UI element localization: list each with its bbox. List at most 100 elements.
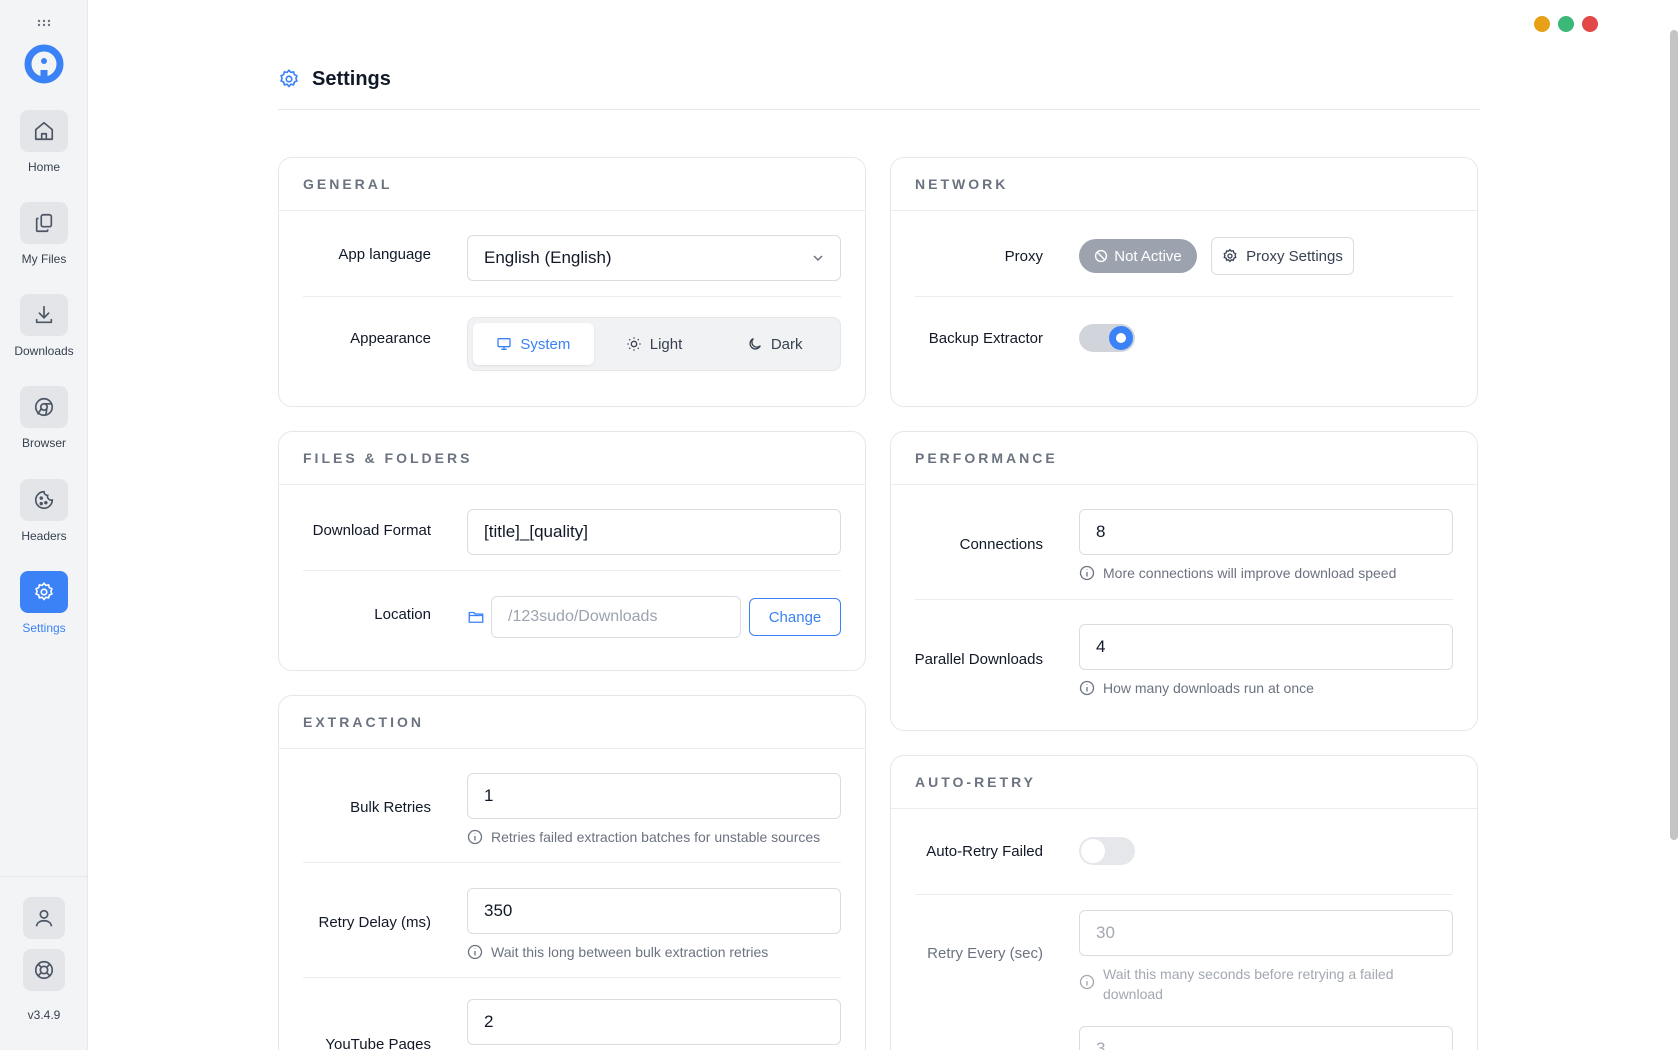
retry-delay-hint: Wait this long between bulk extraction r… <box>467 942 841 962</box>
connections-label: Connections <box>959 536 1043 553</box>
gear-icon <box>20 571 68 613</box>
info-icon <box>467 829 483 845</box>
info-icon <box>1079 974 1095 990</box>
location-input[interactable]: /123sudo/Downloads <box>491 596 741 638</box>
retry-delay-input[interactable]: 350 <box>467 888 841 934</box>
auto-retry-toggle[interactable] <box>1079 837 1135 865</box>
retry-delay-row: Retry Delay (ms) 350 Wait this long betw… <box>303 864 841 978</box>
sidebar-item-headers[interactable]: Headers <box>0 479 88 543</box>
download-format-row: Download Format [title]_[quality] <box>303 485 841 571</box>
youtube-pages-label: YouTube Pages <box>325 1036 431 1050</box>
location-label: Location <box>374 606 431 623</box>
toggle-knob <box>1109 326 1133 350</box>
retry-every-input[interactable]: 30 <box>1079 910 1453 956</box>
download-format-input[interactable]: [title]_[quality] <box>467 509 841 555</box>
sidebar-item-browser[interactable]: Browser <box>0 386 88 450</box>
sun-icon <box>627 337 641 351</box>
max-retries-input[interactable]: 3 <box>1079 1026 1453 1050</box>
appearance-option-system[interactable]: System <box>473 323 594 365</box>
language-select[interactable]: English (English) <box>467 235 841 281</box>
folder-icon <box>468 611 484 623</box>
sidebar-item-label: Downloads <box>14 344 74 358</box>
sidebar-item-home[interactable]: Home <box>0 110 88 174</box>
sidebar-item-my-files[interactable]: My Files <box>0 202 88 266</box>
sidebar-item-label: My Files <box>21 252 67 266</box>
app-logo-icon <box>24 44 64 84</box>
sidebar-item-label: Settings <box>22 621 66 635</box>
page-title: Settings <box>312 68 391 90</box>
language-row: App language English (English) <box>303 211 841 297</box>
proxy-settings-button[interactable]: Proxy Settings <box>1211 237 1354 275</box>
ban-icon <box>1095 249 1108 263</box>
gear-icon <box>280 69 298 88</box>
download-format-label: Download Format <box>312 522 431 539</box>
parallel-downloads-hint: How many downloads run at once <box>1079 678 1453 698</box>
moon-icon <box>749 338 761 350</box>
parallel-downloads-input[interactable]: 4 <box>1079 624 1453 670</box>
language-label: App language <box>338 246 431 263</box>
backup-extractor-label: Backup Extractor <box>928 330 1043 347</box>
card-title: GENERAL <box>279 158 865 211</box>
gear-icon <box>1223 248 1237 263</box>
close-button[interactable] <box>1582 16 1598 32</box>
proxy-row: Proxy Not Active Proxy Settings <box>915 211 1453 297</box>
download-icon <box>20 294 68 336</box>
monitor-icon <box>497 338 511 350</box>
card-title: FILES & FOLDERS <box>279 432 865 485</box>
auto-retry-label: Auto-Retry Failed <box>926 843 1043 860</box>
scrollbar[interactable] <box>1670 30 1678 840</box>
proxy-label: Proxy <box>1004 248 1043 265</box>
appearance-segmented-control: System Light Dark <box>467 317 841 371</box>
bulk-retries-label: Bulk Retries <box>350 799 431 816</box>
appearance-option-light[interactable]: Light <box>594 323 715 365</box>
user-icon <box>35 909 53 927</box>
files-icon <box>20 202 68 244</box>
backup-extractor-row: Backup Extractor <box>915 298 1453 406</box>
parallel-downloads-label: Parallel Downloads <box>914 651 1043 668</box>
retry-delay-label: Retry Delay (ms) <box>318 914 431 931</box>
sidebar-item-label: Home <box>27 160 60 174</box>
page-header: Settings <box>278 64 1480 110</box>
appearance-option-dark[interactable]: Dark <box>714 323 835 365</box>
retry-every-hint: Wait this many seconds before retrying a… <box>1079 964 1423 1004</box>
account-button[interactable] <box>23 897 65 939</box>
sidebar-item-settings[interactable]: Settings <box>0 571 88 635</box>
performance-card: PERFORMANCE Connections 8 More connectio… <box>890 431 1478 731</box>
sidebar-item-downloads[interactable]: Downloads <box>0 294 88 358</box>
card-title: NETWORK <box>891 158 1477 211</box>
toggle-knob <box>1081 839 1105 863</box>
retry-every-label: Retry Every (sec) <box>927 945 1043 962</box>
card-title: EXTRACTION <box>279 696 865 749</box>
extraction-card: EXTRACTION Bulk Retries 1 Retries failed… <box>278 695 866 1050</box>
auto-retry-toggle-row: Auto-Retry Failed <box>915 809 1453 895</box>
proxy-status-badge[interactable]: Not Active <box>1079 239 1197 273</box>
parallel-downloads-row: Parallel Downloads 4 How many downloads … <box>914 601 1453 730</box>
max-retries-row: 3 <box>915 1026 1453 1050</box>
cookie-icon <box>20 479 68 521</box>
youtube-pages-input[interactable]: 2 <box>467 999 841 1045</box>
bulk-retries-hint: Retries failed extraction batches for un… <box>467 827 841 847</box>
sidebar-item-label: Headers <box>21 529 67 543</box>
appearance-label: Appearance <box>350 330 431 347</box>
language-value: English (English) <box>484 248 612 267</box>
card-title: PERFORMANCE <box>891 432 1477 485</box>
home-icon <box>20 110 68 152</box>
connections-hint: More connections will improve download s… <box>1079 563 1453 583</box>
minimize-button[interactable] <box>1534 16 1550 32</box>
window-controls <box>1534 16 1598 32</box>
chevron-down-icon <box>813 255 823 262</box>
drag-handle-icon[interactable] <box>36 18 52 28</box>
backup-extractor-toggle[interactable] <box>1079 324 1135 352</box>
help-button[interactable] <box>23 949 65 991</box>
sidebar-item-label: Browser <box>21 436 66 450</box>
app-version: v3.4.9 <box>27 1008 61 1022</box>
sidebar: Home My Files Downloads Browser Headers … <box>0 0 88 1050</box>
files-folders-card: FILES & FOLDERS Download Format [title]_… <box>278 431 866 671</box>
bulk-retries-input[interactable]: 1 <box>467 773 841 819</box>
change-location-button[interactable]: Change <box>749 598 841 636</box>
maximize-button[interactable] <box>1558 16 1574 32</box>
scrollbar-thumb[interactable] <box>1670 30 1678 840</box>
info-icon <box>467 944 483 960</box>
retry-every-row: Retry Every (sec) 30 Wait this many seco… <box>915 896 1453 1026</box>
connections-input[interactable]: 8 <box>1079 509 1453 555</box>
